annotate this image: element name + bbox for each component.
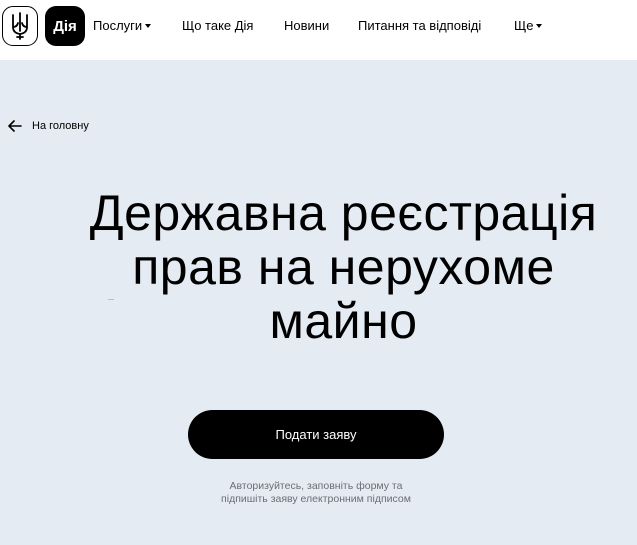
page-title-line-3: майно bbox=[269, 293, 418, 349]
nav-item-faq-label: Питання та відповіді bbox=[358, 18, 482, 33]
nav-item-news[interactable]: Новини bbox=[284, 18, 329, 33]
back-link-label: На головну bbox=[32, 120, 89, 132]
main-nav: Послуги Що таке Дія Новини Питання та ві… bbox=[0, 0, 637, 52]
hint-line-2: підпишіть заяву електронним підписом bbox=[221, 493, 411, 505]
nav-item-about-label: Що таке Дія bbox=[182, 18, 254, 33]
nav-item-more[interactable]: Ще bbox=[514, 18, 543, 33]
site-header: Дія Послуги Що таке Дія Новини Питання т… bbox=[0, 0, 637, 60]
nav-item-services[interactable]: Послуги bbox=[93, 18, 152, 33]
nav-item-news-label: Новини bbox=[284, 18, 330, 33]
submit-application-button[interactable]: Подати заяву bbox=[188, 410, 444, 459]
hint-line-1: Авторизуйтесь, заповніть форму та bbox=[229, 480, 403, 492]
page-title-line-2: прав на нерухоме bbox=[132, 239, 555, 295]
arrow-left-icon bbox=[8, 120, 22, 132]
page-title: Державна реєстрація прав на нерухоме май… bbox=[40, 186, 637, 348]
nav-item-services-label: Послуги bbox=[93, 18, 143, 33]
caret-down-icon bbox=[145, 23, 152, 28]
caret-down-icon bbox=[536, 23, 543, 28]
submit-application-label: Подати заяву bbox=[275, 427, 357, 442]
cta-hint-text: Авторизуйтесь, заповніть форму та підпиш… bbox=[166, 480, 466, 506]
page-title-line-1: Державна реєстрація bbox=[89, 185, 598, 241]
back-to-home-link[interactable]: На головну bbox=[8, 120, 89, 132]
nav-item-faq[interactable]: Питання та відповіді bbox=[358, 18, 481, 33]
nav-item-more-label: Ще bbox=[514, 18, 534, 33]
nav-item-about[interactable]: Що таке Дія bbox=[182, 18, 253, 33]
divider-fragment bbox=[108, 299, 114, 300]
